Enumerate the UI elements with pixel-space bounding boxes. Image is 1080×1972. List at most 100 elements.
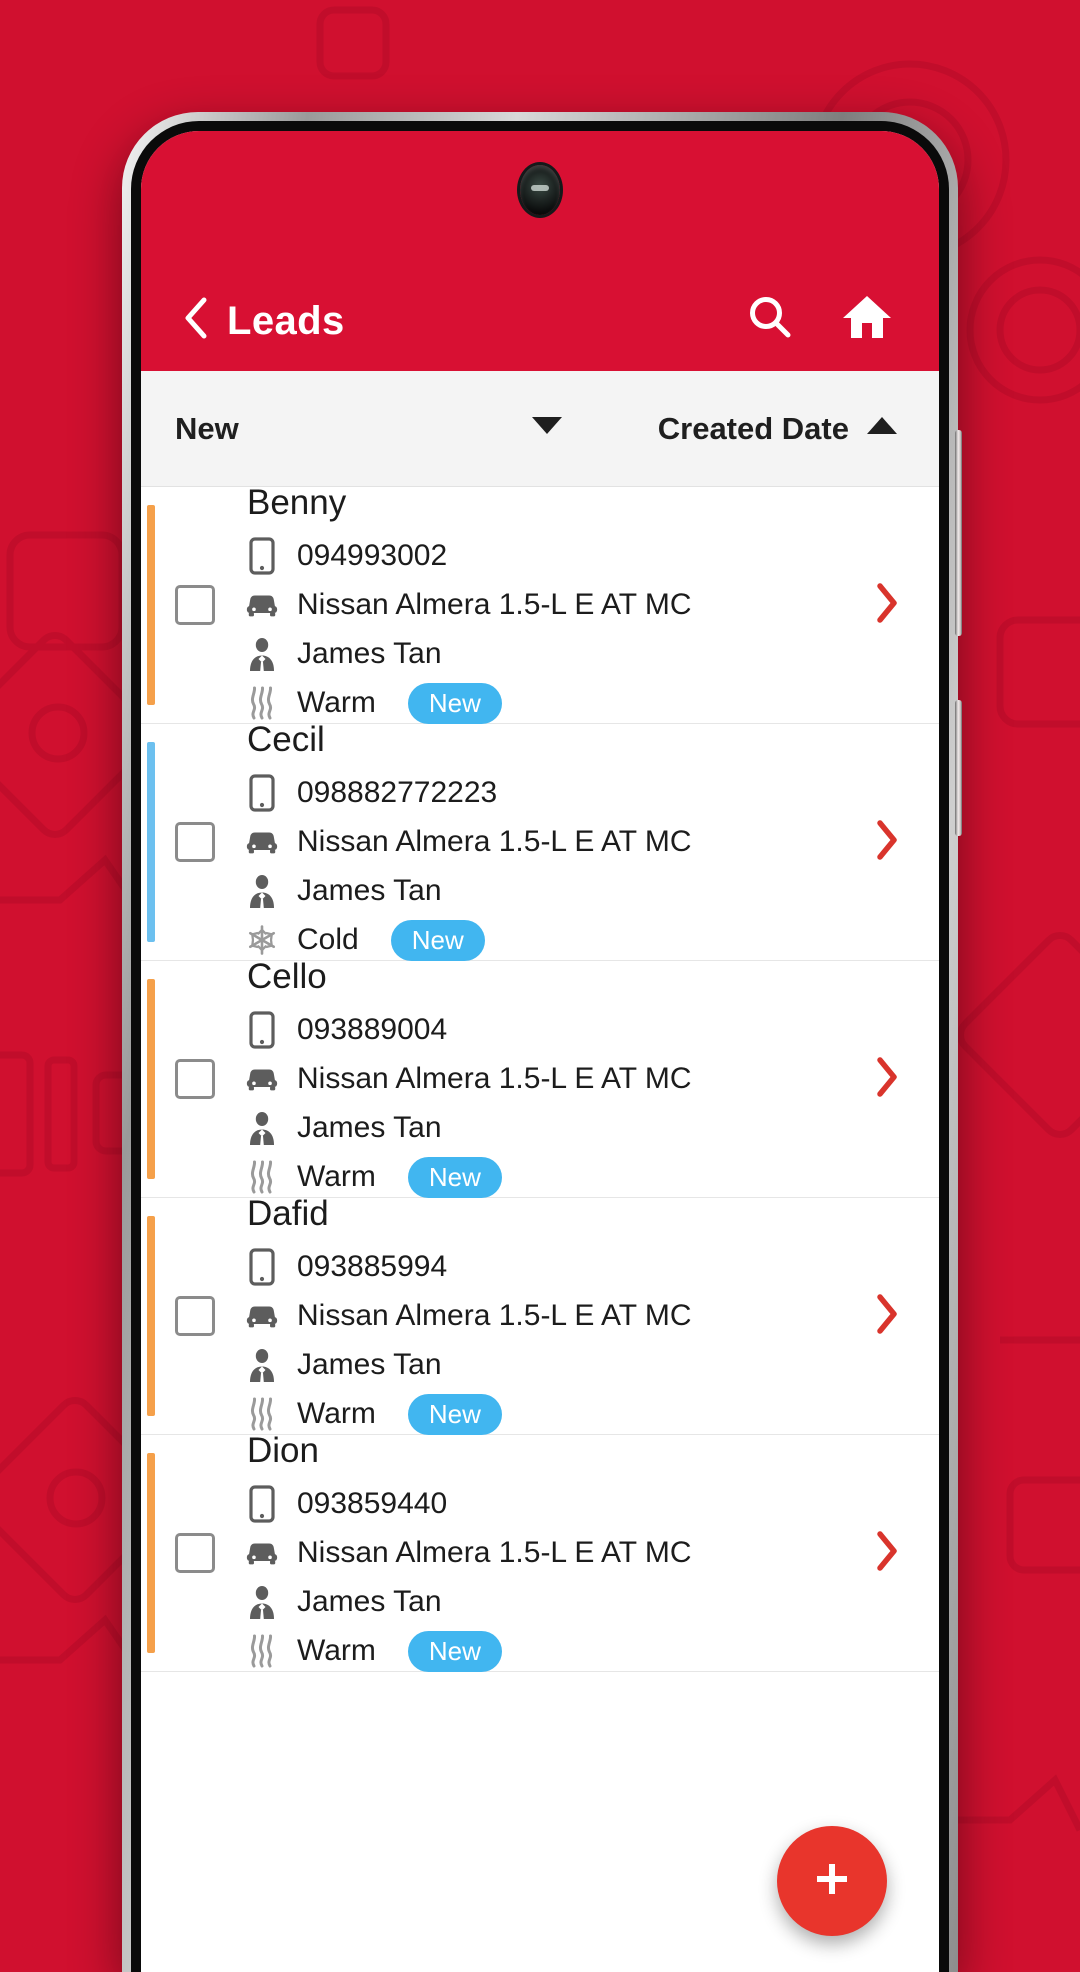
lead-accent-bar bbox=[147, 742, 155, 942]
lead-agent: James Tan bbox=[297, 1585, 442, 1618]
lead-vehicle-row: Nissan Almera 1.5-L E AT MC bbox=[245, 1055, 825, 1104]
chevron-right-icon bbox=[874, 581, 900, 630]
lead-list[interactable]: Benny 094993002 Nissan Almera 1.5-L E AT M… bbox=[141, 483, 939, 1972]
lead-detail-arrow[interactable] bbox=[835, 1529, 939, 1578]
lead-vehicle-row: Nissan Almera 1.5-L E AT MC bbox=[245, 1292, 825, 1341]
heat-waves-icon bbox=[245, 1634, 279, 1668]
lead-vehicle: Nissan Almera 1.5-L E AT MC bbox=[297, 1062, 692, 1095]
lead-agent-row: James Tan bbox=[245, 630, 825, 679]
lead-agent: James Tan bbox=[297, 1348, 442, 1381]
lead-temperature: Warm bbox=[297, 1160, 376, 1193]
chevron-right-icon bbox=[874, 1055, 900, 1104]
lead-select-cell bbox=[145, 1059, 245, 1099]
lead-card[interactable]: Dafid 093885994 Nissan Almera 1.5-L E AT M… bbox=[141, 1194, 939, 1435]
sort-control[interactable]: Created Date bbox=[658, 411, 897, 447]
status-badge: New bbox=[407, 1393, 502, 1435]
lead-vehicle: Nissan Almera 1.5-L E AT MC bbox=[297, 588, 692, 621]
lead-checkbox[interactable] bbox=[175, 1059, 215, 1099]
front-camera-punchhole bbox=[520, 165, 560, 215]
lead-accent-bar bbox=[147, 1216, 155, 1416]
lead-name: Benny bbox=[247, 482, 347, 522]
lead-details: Dafid 093885994 Nissan Almera 1.5-L E AT M… bbox=[245, 1194, 835, 1439]
lead-detail-arrow[interactable] bbox=[835, 818, 939, 867]
mobile-phone-icon bbox=[245, 537, 279, 575]
lead-agent: James Tan bbox=[297, 874, 442, 907]
lead-checkbox[interactable] bbox=[175, 1296, 215, 1336]
sort-field-label: Created Date bbox=[657, 410, 849, 446]
lead-temperature: Warm bbox=[297, 1397, 376, 1430]
lead-agent: James Tan bbox=[297, 637, 442, 670]
car-icon bbox=[245, 1303, 279, 1329]
lead-vehicle-row: Nissan Almera 1.5-L E AT MC bbox=[245, 581, 825, 630]
status-filter-dropdown[interactable]: New bbox=[175, 411, 658, 447]
mobile-phone-icon bbox=[245, 1485, 279, 1523]
salesperson-icon bbox=[245, 637, 279, 671]
heat-waves-icon bbox=[245, 1160, 279, 1194]
lead-phone-row: 094993002 bbox=[245, 532, 825, 581]
plus-icon bbox=[808, 1855, 856, 1908]
car-icon bbox=[245, 1066, 279, 1092]
lead-select-cell bbox=[145, 1533, 245, 1573]
lead-card[interactable]: Benny 094993002 Nissan Almera 1.5-L E AT M… bbox=[141, 483, 939, 724]
lead-select-cell bbox=[145, 822, 245, 862]
chevron-right-icon bbox=[874, 1529, 900, 1578]
lead-phone: 098882772223 bbox=[297, 776, 498, 809]
lead-card[interactable]: Cecil 098882772223 Nissan Almera 1.5-L E A… bbox=[141, 720, 939, 961]
lead-temperature: Warm bbox=[297, 686, 376, 719]
chevron-right-icon bbox=[874, 818, 900, 867]
lead-card[interactable]: Cello 093889004 Nissan Almera 1.5-L E AT M… bbox=[141, 957, 939, 1198]
lead-vehicle: Nissan Almera 1.5-L E AT MC bbox=[297, 1536, 692, 1569]
heat-waves-icon bbox=[245, 1397, 279, 1431]
caret-up-icon bbox=[867, 417, 897, 440]
volume-button[interactable] bbox=[955, 430, 962, 636]
mobile-phone-icon bbox=[245, 774, 279, 812]
salesperson-icon bbox=[245, 1348, 279, 1382]
home-icon[interactable] bbox=[841, 294, 893, 345]
filter-bar: New Created Date bbox=[141, 371, 939, 487]
lead-phone-row: 093885994 bbox=[245, 1243, 825, 1292]
app-bar-actions bbox=[747, 294, 893, 345]
car-icon bbox=[245, 1540, 279, 1566]
lead-phone: 094993002 bbox=[297, 539, 448, 572]
lead-checkbox[interactable] bbox=[175, 1533, 215, 1573]
lead-detail-arrow[interactable] bbox=[835, 1292, 939, 1341]
lead-checkbox[interactable] bbox=[175, 585, 215, 625]
app-bar: Leads bbox=[141, 131, 939, 371]
salesperson-icon bbox=[245, 874, 279, 908]
app-bar-left-group: Leads bbox=[183, 296, 747, 345]
snowflake-icon bbox=[245, 925, 279, 955]
lead-agent-row: James Tan bbox=[245, 1578, 825, 1627]
lead-temperature: Cold bbox=[297, 923, 359, 956]
lead-agent-row: James Tan bbox=[245, 867, 825, 916]
mobile-phone-icon bbox=[245, 1011, 279, 1049]
lead-details: Cecil 098882772223 Nissan Almera 1.5-L E A… bbox=[245, 720, 835, 965]
status-badge: New bbox=[407, 1630, 502, 1672]
lead-accent-bar bbox=[147, 505, 155, 705]
power-button[interactable] bbox=[955, 700, 962, 836]
chevron-down-icon bbox=[531, 417, 562, 440]
status-badge: New bbox=[407, 682, 502, 724]
chevron-right-icon bbox=[874, 1292, 900, 1341]
lead-phone-row: 093859440 bbox=[245, 1480, 825, 1529]
car-icon bbox=[245, 829, 279, 855]
status-badge: New bbox=[407, 1156, 502, 1198]
lead-card[interactable]: Dion 093859440 Nissan Almera 1.5-L E AT MC… bbox=[141, 1431, 939, 1672]
lead-phone: 093889004 bbox=[297, 1013, 448, 1046]
lead-checkbox[interactable] bbox=[175, 822, 215, 862]
search-icon[interactable] bbox=[747, 294, 793, 345]
lead-vehicle: Nissan Almera 1.5-L E AT MC bbox=[297, 1299, 692, 1332]
lead-phone: 093859440 bbox=[297, 1487, 448, 1520]
lead-detail-arrow[interactable] bbox=[835, 1055, 939, 1104]
lead-vehicle: Nissan Almera 1.5-L E AT MC bbox=[297, 825, 692, 858]
lead-temperature: Warm bbox=[297, 1634, 376, 1667]
mobile-phone-icon bbox=[245, 1248, 279, 1286]
lead-phone: 093885994 bbox=[297, 1250, 448, 1283]
lead-agent: James Tan bbox=[297, 1111, 442, 1144]
lead-vehicle-row: Nissan Almera 1.5-L E AT MC bbox=[245, 818, 825, 867]
salesperson-icon bbox=[245, 1585, 279, 1619]
lead-accent-bar bbox=[147, 979, 155, 1179]
lead-details: Cello 093889004 Nissan Almera 1.5-L E AT M… bbox=[245, 957, 835, 1202]
phone-bezel: Leads New Created Date Benny 094993002 N… bbox=[131, 121, 949, 1972]
back-chevron-icon[interactable] bbox=[183, 296, 209, 345]
lead-detail-arrow[interactable] bbox=[835, 581, 939, 630]
